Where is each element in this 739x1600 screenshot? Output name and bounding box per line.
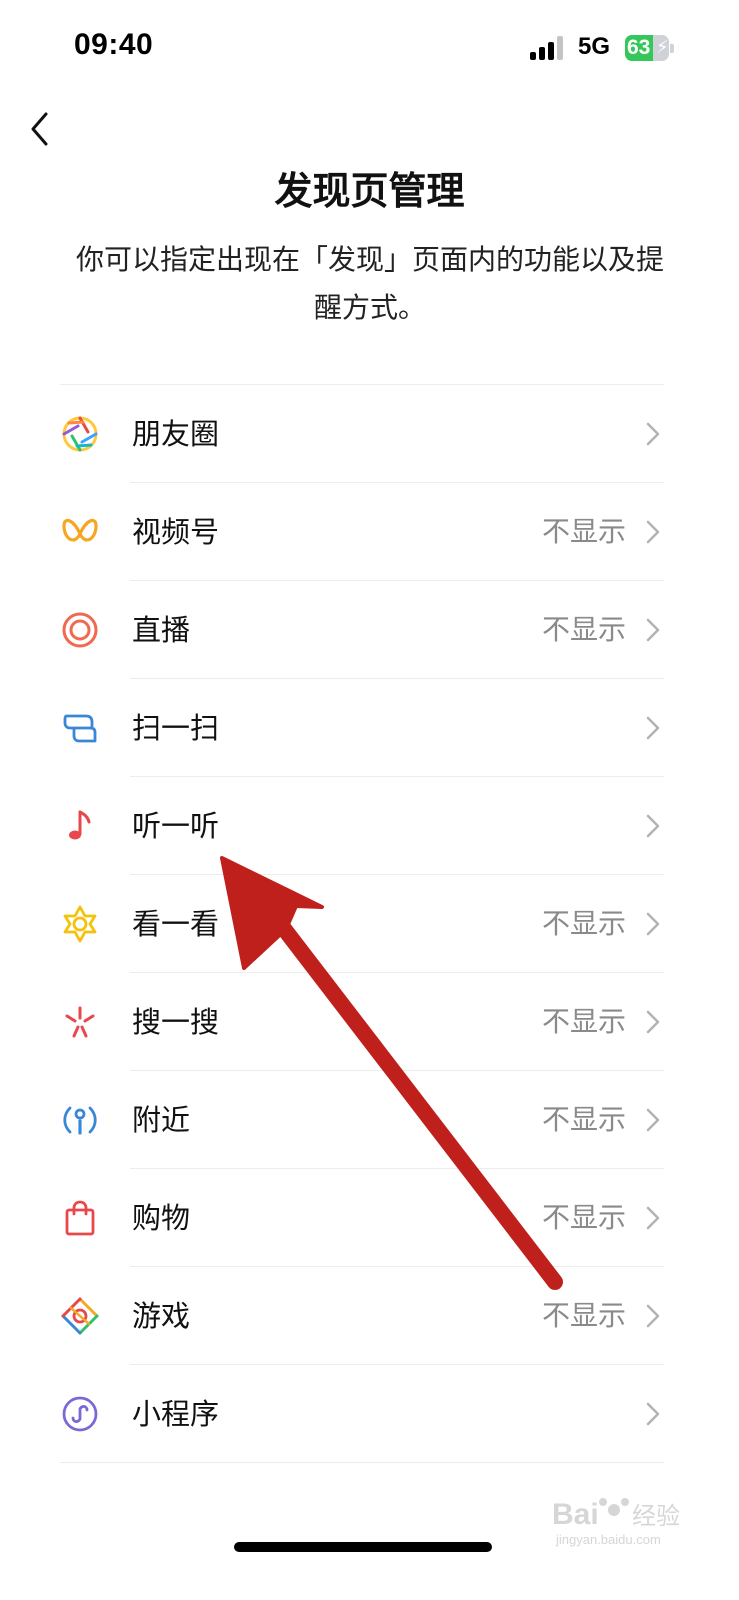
status-time: 09:40 <box>74 28 154 61</box>
chevron-right-icon <box>646 912 660 936</box>
nearby-icon <box>60 1100 100 1140</box>
list-item-shopping[interactable]: 购物 不显示 <box>60 1169 664 1267</box>
chevron-right-icon <box>646 1108 660 1132</box>
list-item-status: 不显示 <box>541 907 626 940</box>
list-item-label: 购物 <box>132 1201 191 1235</box>
back-button[interactable] <box>22 104 66 154</box>
network-type: 5G <box>578 33 611 60</box>
signal-icon <box>530 36 566 60</box>
list-item-live[interactable]: 直播 不显示 <box>60 581 664 679</box>
list-item-top-stories[interactable]: 看一看 不显示 <box>60 875 664 973</box>
charging-bolt-icon: ⚡ <box>656 37 669 58</box>
listen-icon <box>60 806 100 846</box>
scan-icon <box>60 708 100 748</box>
top-stories-icon <box>60 904 100 944</box>
list-item-label: 扫一扫 <box>132 711 220 745</box>
svg-text:jingyan.baidu.com: jingyan.baidu.com <box>555 1532 661 1547</box>
chevron-right-icon <box>646 814 660 838</box>
list-item-scan[interactable]: 扫一扫 <box>60 679 664 777</box>
chevron-right-icon <box>646 716 660 740</box>
live-icon <box>60 610 100 650</box>
baidu-watermark-icon: Bai 经验 jingyan.baidu.com <box>552 1498 680 1547</box>
list-item-nearby[interactable]: 附近 不显示 <box>60 1071 664 1169</box>
svg-text:经验: 经验 <box>632 1502 680 1530</box>
list-item-status: 不显示 <box>541 1299 626 1332</box>
list-item-status: 不显示 <box>541 1201 626 1234</box>
list-item-search[interactable]: 搜一搜 不显示 <box>60 973 664 1071</box>
moments-icon <box>60 414 100 454</box>
discover-settings-list: 朋友圈 视频号 不显示 直播 不显示 扫一扫 听一听 看一看 不显示 搜一搜 不… <box>60 384 664 1463</box>
list-item-listen[interactable]: 听一听 <box>60 777 664 875</box>
chevron-right-icon <box>646 1010 660 1034</box>
games-icon <box>60 1296 100 1336</box>
chevron-right-icon <box>646 520 660 544</box>
list-item-status: 不显示 <box>541 613 626 646</box>
list-item-label: 直播 <box>132 613 191 647</box>
chevron-right-icon <box>646 1304 660 1328</box>
svg-text:Bai: Bai <box>552 1498 599 1531</box>
list-item-mini-programs[interactable]: 小程序 <box>60 1365 664 1463</box>
list-item-label: 附近 <box>132 1103 191 1137</box>
list-item-games[interactable]: 游戏 不显示 <box>60 1267 664 1365</box>
list-item-label: 朋友圈 <box>132 417 220 451</box>
list-item-status: 不显示 <box>541 515 626 548</box>
home-indicator[interactable] <box>234 1542 492 1552</box>
list-item-label: 搜一搜 <box>132 1005 220 1039</box>
battery-icon: 63 ⚡ <box>625 35 675 61</box>
chevron-right-icon <box>646 1402 660 1426</box>
page-description: 你可以指定出现在「发现」页面内的功能以及提醒方式。 <box>75 243 664 324</box>
list-item-label: 听一听 <box>132 809 220 843</box>
mini-programs-icon <box>60 1394 100 1434</box>
list-item-label: 游戏 <box>132 1299 191 1333</box>
list-item-status: 不显示 <box>541 1103 626 1136</box>
list-item-channels[interactable]: 视频号 不显示 <box>60 483 664 581</box>
list-item-label: 小程序 <box>132 1397 220 1431</box>
chevron-right-icon <box>646 422 660 446</box>
channels-icon <box>60 512 100 552</box>
shopping-bag-icon <box>60 1198 100 1238</box>
list-item-status: 不显示 <box>541 1005 626 1038</box>
list-item-label: 视频号 <box>132 515 220 549</box>
chevron-right-icon <box>646 1206 660 1230</box>
page-title: 发现页管理 <box>274 169 465 213</box>
status-bar: 09:40 5G 63 ⚡ <box>0 0 739 96</box>
search-icon <box>60 1002 100 1042</box>
list-item-label: 看一看 <box>132 907 220 941</box>
list-item-moments[interactable]: 朋友圈 <box>60 385 664 483</box>
chevron-left-icon <box>31 112 48 146</box>
chevron-right-icon <box>646 618 660 642</box>
